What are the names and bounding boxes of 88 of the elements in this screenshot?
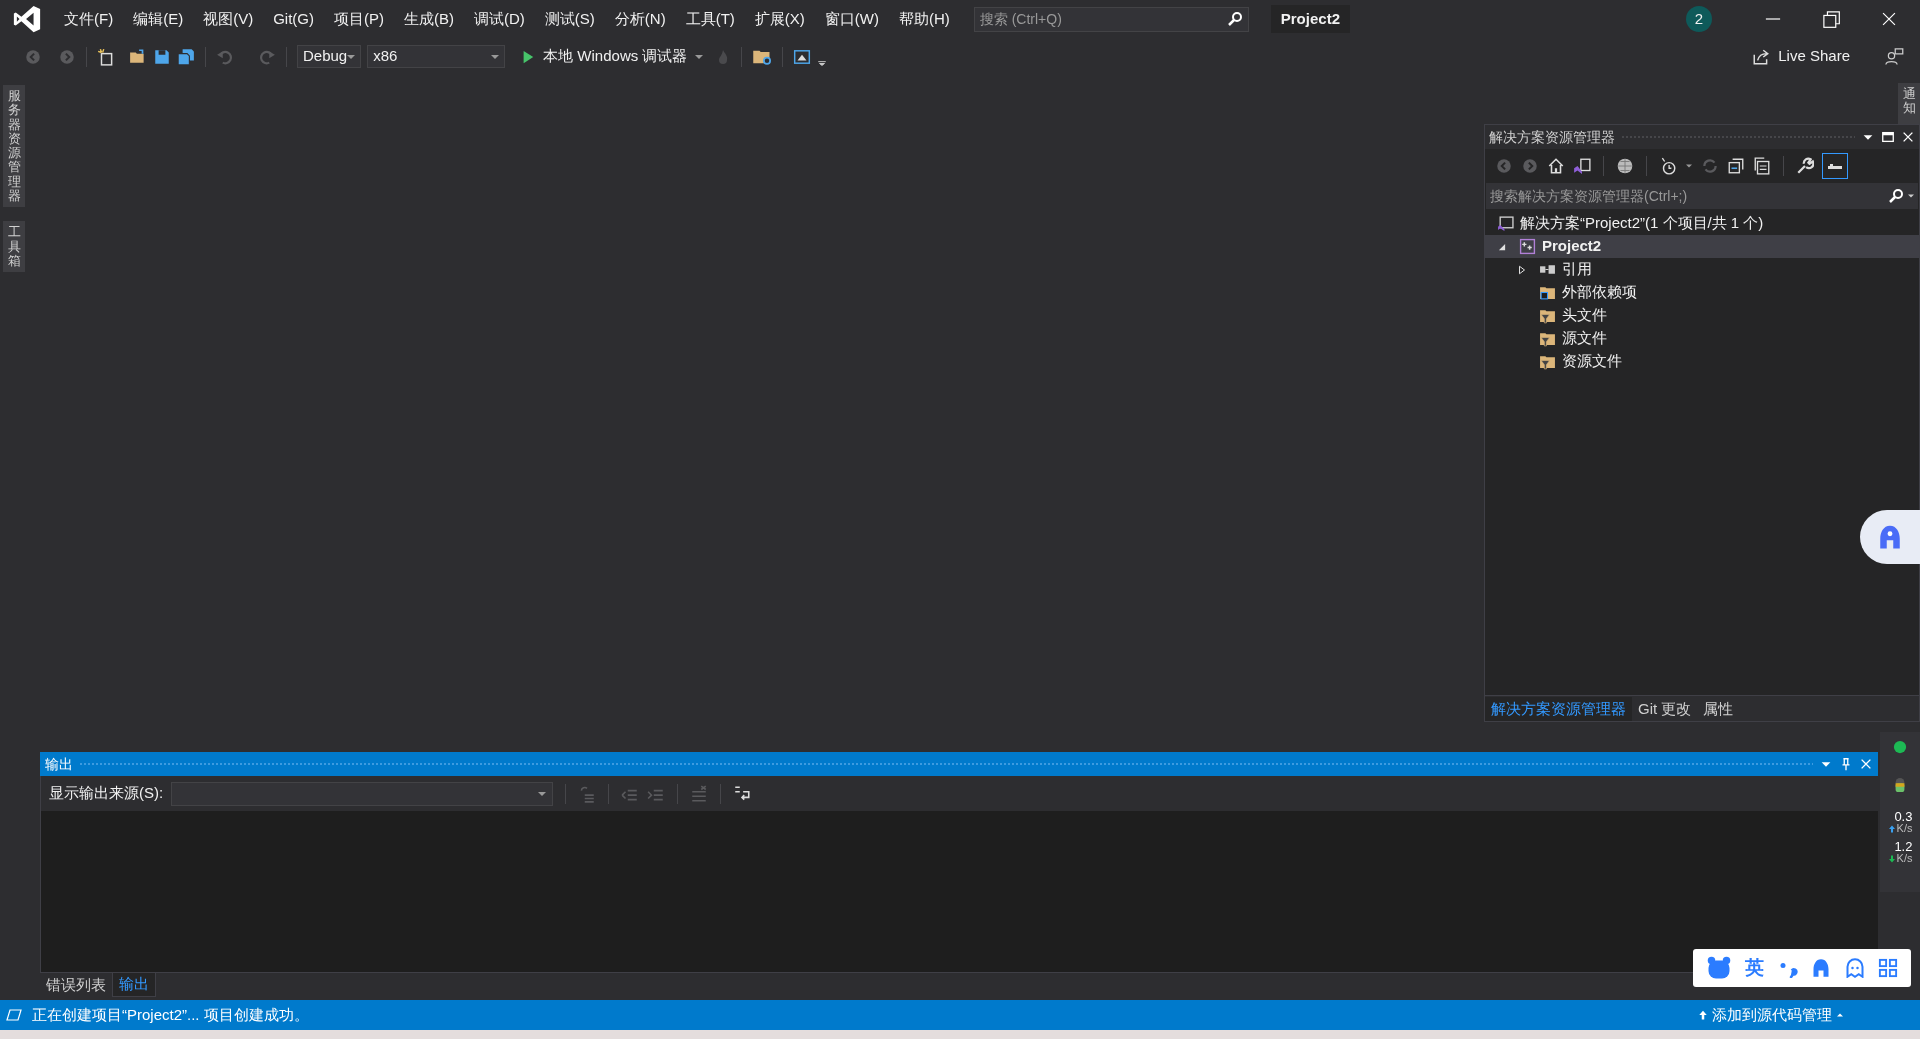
menu-item[interactable]: 窗口(W)	[814, 5, 889, 33]
down-arrow-icon	[1887, 853, 1896, 864]
menu-item[interactable]: 调试(D)	[464, 5, 535, 33]
search-icon	[1888, 188, 1904, 204]
collapse-all-icon[interactable]	[1727, 157, 1745, 175]
caret-icon	[1907, 192, 1915, 200]
source-control-button[interactable]: 添加到源代码管理	[1698, 1003, 1844, 1027]
panel-tab[interactable]: 解决方案资源管理器	[1485, 697, 1632, 721]
assistant-bubble[interactable]	[1860, 510, 1920, 564]
grid-menu-icon[interactable]	[1878, 958, 1899, 978]
rate-unit: K/s	[1896, 853, 1913, 864]
tree-item[interactable]: 引用	[1485, 258, 1919, 281]
maximize-icon[interactable]	[1881, 130, 1895, 144]
menu-item[interactable]: 分析(N)	[604, 5, 676, 33]
output-status-icon	[6, 1007, 22, 1023]
save-all-icon[interactable]	[177, 47, 195, 66]
menu-item[interactable]: 生成(B)	[394, 5, 464, 33]
new-item-icon[interactable]	[97, 47, 115, 66]
menu-item[interactable]: 扩展(X)	[744, 5, 815, 33]
assistant-icon	[1877, 524, 1903, 550]
panel-tab[interactable]: Git 更改	[1632, 697, 1698, 721]
configuration-dropdown[interactable]: Debug	[297, 45, 362, 68]
avatar-icon[interactable]	[1811, 958, 1832, 978]
notification-badge[interactable]: 2	[1686, 6, 1712, 32]
start-debugging-button[interactable]: 本地 Windows 调试器	[515, 43, 710, 70]
folder-icon	[1539, 284, 1556, 301]
up-arrow-icon	[1698, 1008, 1708, 1022]
field-label: 显示输出来源(S):	[49, 783, 164, 804]
caret-icon	[1836, 1011, 1844, 1019]
history-icon[interactable]	[1659, 157, 1677, 175]
input-mode-button[interactable]: 英	[1745, 953, 1765, 983]
collapsed-arrow-icon[interactable]	[1517, 264, 1527, 275]
menu-item[interactable]: Git(G)	[263, 5, 324, 33]
globe-icon[interactable]	[1616, 157, 1634, 175]
menu-item[interactable]: 帮助(H)	[888, 5, 960, 33]
rate-value: 0.3	[1894, 810, 1913, 823]
rate-unit: K/s	[1896, 823, 1913, 834]
status-dot-icon	[1893, 740, 1907, 754]
wrench-icon[interactable]	[1796, 157, 1814, 175]
feedback-icon[interactable]	[1884, 46, 1904, 67]
search-field[interactable]: 搜索解决方案资源管理器(Ctrl+;)	[1486, 183, 1918, 209]
menu-item[interactable]: 文件(F)	[54, 5, 124, 33]
tree-item[interactable]: 头文件	[1485, 304, 1919, 327]
word-wrap-icon[interactable]	[733, 784, 752, 803]
menu-item[interactable]: 视图(V)	[193, 5, 264, 33]
paw-logo-icon[interactable]	[1705, 956, 1732, 980]
side-tab[interactable]: 服务器资源管理器	[3, 85, 25, 208]
open-folder-icon[interactable]	[129, 47, 147, 66]
side-tab[interactable]: 工具箱	[3, 221, 25, 273]
vs-logo-icon	[12, 4, 42, 34]
side-tab[interactable]: 通知	[1898, 83, 1920, 124]
screenshot-icon[interactable]	[793, 47, 812, 66]
search-field[interactable]: 搜索 (Ctrl+Q)	[973, 6, 1249, 32]
menu-item[interactable]: 测试(S)	[534, 5, 605, 33]
ghost-icon[interactable]	[1844, 958, 1865, 978]
up-arrow-icon	[1887, 823, 1896, 834]
menu-item[interactable]: 项目(P)	[324, 5, 394, 33]
filter-folder-icon	[1539, 330, 1556, 347]
close-icon[interactable]	[1901, 130, 1915, 144]
search-icon	[1226, 10, 1243, 27]
rate-value: 1.2	[1894, 840, 1913, 853]
panel-title: 输出	[45, 754, 73, 774]
tree-item[interactable]: Project2	[1485, 235, 1919, 258]
project-icon	[1519, 238, 1536, 255]
solution-icon	[1497, 215, 1514, 232]
tree-item[interactable]: 解决方案“Project2”(1 个项目/共 1 个)	[1485, 212, 1919, 235]
preview-toggle-button[interactable]	[1822, 153, 1848, 179]
share-icon	[1752, 47, 1771, 66]
caret-icon[interactable]	[1685, 162, 1693, 170]
live-share-button[interactable]: Live Share	[1752, 43, 1850, 70]
solution-switch-icon[interactable]	[1573, 157, 1591, 175]
panel-tab[interactable]: 错误列表	[40, 973, 112, 997]
panel-title: 解决方案资源管理器	[1489, 127, 1615, 147]
copy-files-icon[interactable]	[1753, 157, 1771, 175]
project-name: Project2	[1270, 5, 1350, 33]
save-icon[interactable]	[153, 47, 171, 66]
filter-folder-icon	[1539, 307, 1556, 324]
menu-item[interactable]: 编辑(E)	[123, 5, 194, 33]
tree-item[interactable]: 源文件	[1485, 327, 1919, 350]
tree-item[interactable]: 资源文件	[1485, 350, 1919, 373]
menu-item[interactable]: 工具(T)	[675, 5, 745, 33]
filter-folder-icon	[1539, 353, 1556, 370]
status-message: 正在创建项目“Project2”... 项目创建成功。	[32, 1004, 309, 1025]
panel-tab[interactable]: 输出	[112, 973, 156, 997]
platform-dropdown[interactable]: x86	[367, 45, 506, 68]
panel-tab[interactable]: 属性	[1697, 697, 1740, 721]
home-icon[interactable]	[1547, 157, 1565, 175]
tree-item[interactable]: 外部依赖项	[1485, 281, 1919, 304]
